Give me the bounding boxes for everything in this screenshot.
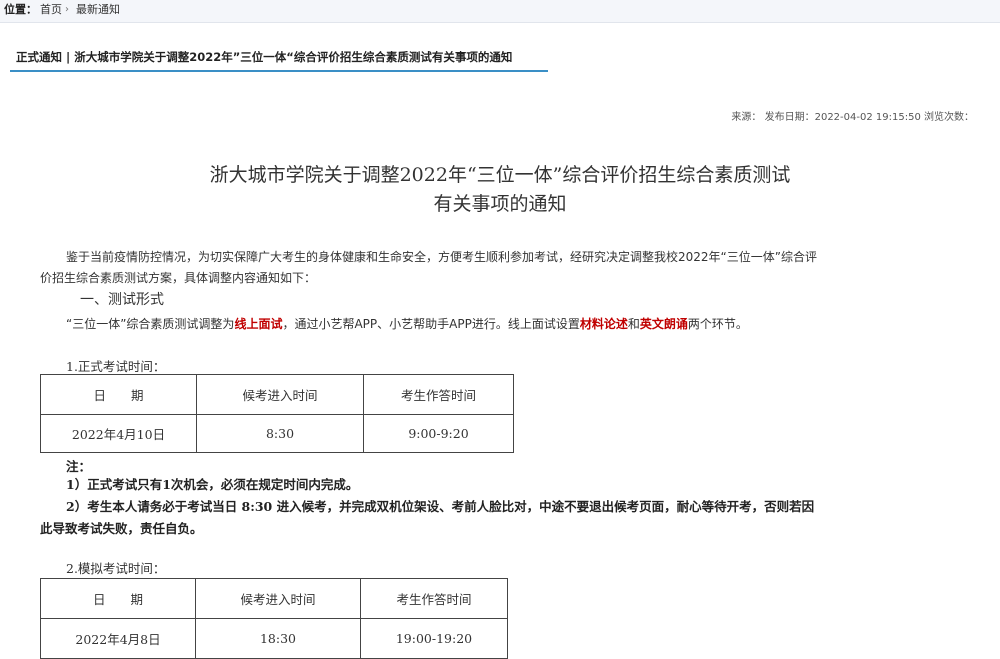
table-cell: 18:30 xyxy=(195,618,361,659)
breadcrumb-home-link[interactable]: 首页 xyxy=(40,0,62,20)
article-meta: 来源： 发布日期：2022-04-02 19:15:50 浏览次数： xyxy=(731,112,974,123)
breadcrumb-current-link[interactable]: 最新通知 xyxy=(76,0,120,20)
breadcrumb: 位置： 首页 › 最新通知 xyxy=(0,0,1000,23)
test-form-paragraph: “三位一体”综合素质测试调整为线上面试，通过小艺帮APP、小艺帮助手APP进行。… xyxy=(66,315,748,332)
note-2-line2: 此导致考试失败，责任自负。 xyxy=(40,521,203,536)
intro-line1: 鉴于当前疫情防控情况，为切实保障广大考生的身体健康和生命安全，方便考生顺利参加考… xyxy=(66,250,817,264)
article-title-line2: 有关事项的通知 xyxy=(433,193,567,215)
note-2-line1: 2）考生本人请务必于考试当日 8:30 进入候考，并完成双机位架设、考前人脸比对… xyxy=(66,499,815,514)
table-row: 2022年4月8日 18:30 19:00-19:20 xyxy=(40,618,508,659)
table-cell: 9:00-9:20 xyxy=(363,414,514,453)
table-header-cell: 候考进入时间 xyxy=(196,374,364,415)
table-header-row: 日 期 候考进入时间 考生作答时间 xyxy=(40,578,508,619)
table-cell: 8:30 xyxy=(196,414,364,453)
note-label: 注： xyxy=(66,459,92,474)
highlight-online-interview: 线上面试 xyxy=(234,317,283,331)
table-header-cell: 日 期 xyxy=(40,578,196,619)
note-1: 1）正式考试只有1次机会，必须在规定时间内完成。 xyxy=(66,477,359,492)
chevron-right-icon: › xyxy=(65,4,69,15)
highlight-material-essay: 材料论述 xyxy=(579,317,628,331)
heading-test-form: 一、测试形式 xyxy=(80,292,164,308)
article-title-line1: 浙大城市学院关于调整2022年“三位一体”综合评价招生综合素质测试 xyxy=(209,164,791,186)
intro-line2: 价招生综合素质测试方案，具体调整内容通知如下： xyxy=(40,271,317,285)
table-header-cell: 日 期 xyxy=(40,374,197,415)
test-form-text-d: 两个环节。 xyxy=(687,317,748,331)
test-form-text-b: ，通过小艺帮APP、小艺帮助手APP进行。线上面试设置 xyxy=(282,317,580,331)
table-cell: 2022年4月10日 xyxy=(40,414,197,453)
table-cell: 19:00-19:20 xyxy=(360,618,508,659)
table-header-row: 日 期 候考进入时间 考生作答时间 xyxy=(40,374,514,415)
table-header-cell: 考生作答时间 xyxy=(363,374,514,415)
test-form-text-a: “三位一体”综合素质测试调整为 xyxy=(66,317,235,331)
formal-exam-label: 1.正式考试时间： xyxy=(66,359,166,374)
mock-exam-label: 2.模拟考试时间： xyxy=(66,561,166,576)
table-header-cell: 候考进入时间 xyxy=(195,578,361,619)
section-title: 正式通知 | 浙大城市学院关于调整2022年”三位一体“综合评价招生综合素质测试… xyxy=(16,50,513,64)
table-cell: 2022年4月8日 xyxy=(40,618,196,659)
mock-exam-table: 日 期 候考进入时间 考生作答时间 2022年4月8日 18:30 19:00-… xyxy=(40,578,508,659)
title-underline xyxy=(10,70,548,72)
highlight-english-recitation: 英文朗诵 xyxy=(639,317,688,331)
formal-exam-table: 日 期 候考进入时间 考生作答时间 2022年4月10日 8:30 9:00-9… xyxy=(40,374,514,453)
breadcrumb-label: 位置： xyxy=(4,3,37,16)
table-row: 2022年4月10日 8:30 9:00-9:20 xyxy=(40,414,514,453)
table-header-cell: 考生作答时间 xyxy=(360,578,508,619)
test-form-text-c: 和 xyxy=(627,317,640,331)
